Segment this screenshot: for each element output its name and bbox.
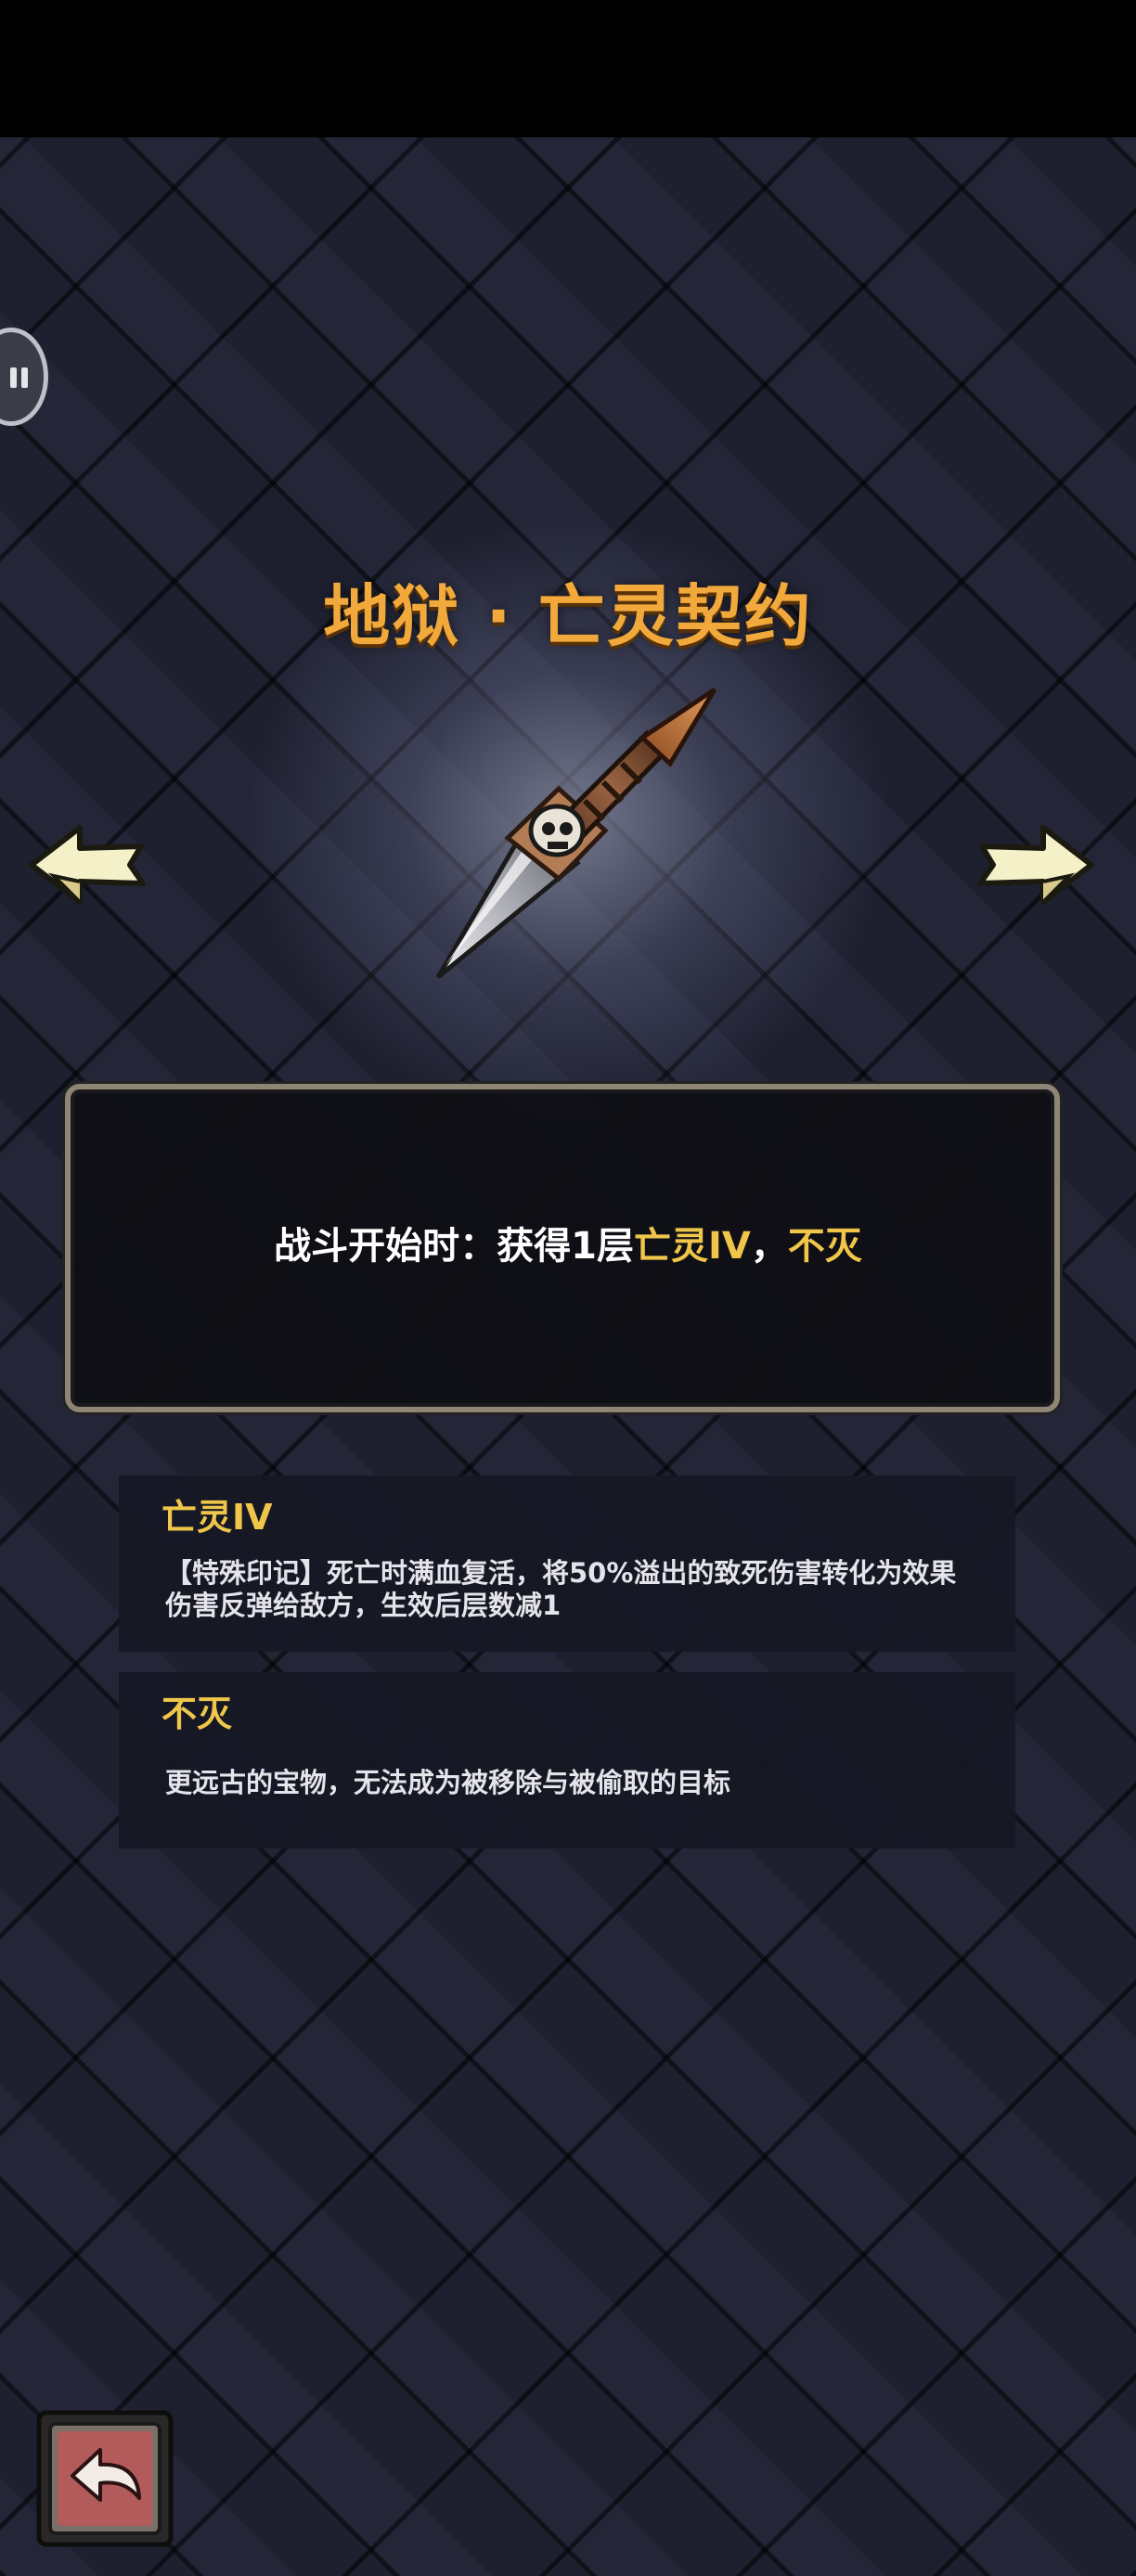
keyword-title: 亡灵IV — [161, 1497, 273, 1538]
skull-dagger-icon — [435, 687, 717, 979]
effect-keyword-undead[interactable]: 亡灵IV — [634, 1225, 751, 1268]
arrow-left-icon — [29, 825, 146, 905]
effect-prefix: 战斗开始时：获得1层 — [274, 1225, 634, 1268]
keyword-card-undead: 亡灵IV 【特殊印记】死亡时满血复活，将50%溢出的致死伤害转化为效果伤害反弹给… — [119, 1475, 1015, 1652]
arrow-right-icon — [977, 825, 1094, 905]
previous-item-button[interactable] — [26, 822, 147, 908]
keyword-card-immortal: 不灭 更远古的宝物，无法成为被移除与被偷取的目标 — [119, 1672, 1015, 1848]
effect-separator: ， — [750, 1225, 788, 1268]
next-item-button[interactable] — [976, 822, 1097, 908]
effect-keyword-immortal[interactable]: 不灭 — [788, 1225, 862, 1268]
keyword-description: 【特殊印记】死亡时满血复活，将50%溢出的致死伤害转化为效果伤害反弹给敌方，生效… — [165, 1557, 957, 1621]
relic-detail-screen: 地狱 · 亡灵契约 战斗开始时：获得1层亡灵IV，不灭 亡灵IV 【特殊印记】死… — [0, 0, 1136, 2576]
pause-icon — [10, 367, 17, 388]
back-button[interactable] — [35, 2409, 174, 2548]
page-title: 地狱 · 亡灵契约 — [323, 577, 813, 655]
status-bar — [0, 0, 1136, 137]
keyword-description: 更远古的宝物，无法成为被移除与被偷取的目标 — [165, 1767, 731, 1798]
keyword-title: 不灭 — [161, 1694, 233, 1734]
pause-icon-bar — [21, 367, 28, 388]
relic-effect-text: 战斗开始时：获得1层亡灵IV，不灭 — [0, 1216, 1136, 1269]
